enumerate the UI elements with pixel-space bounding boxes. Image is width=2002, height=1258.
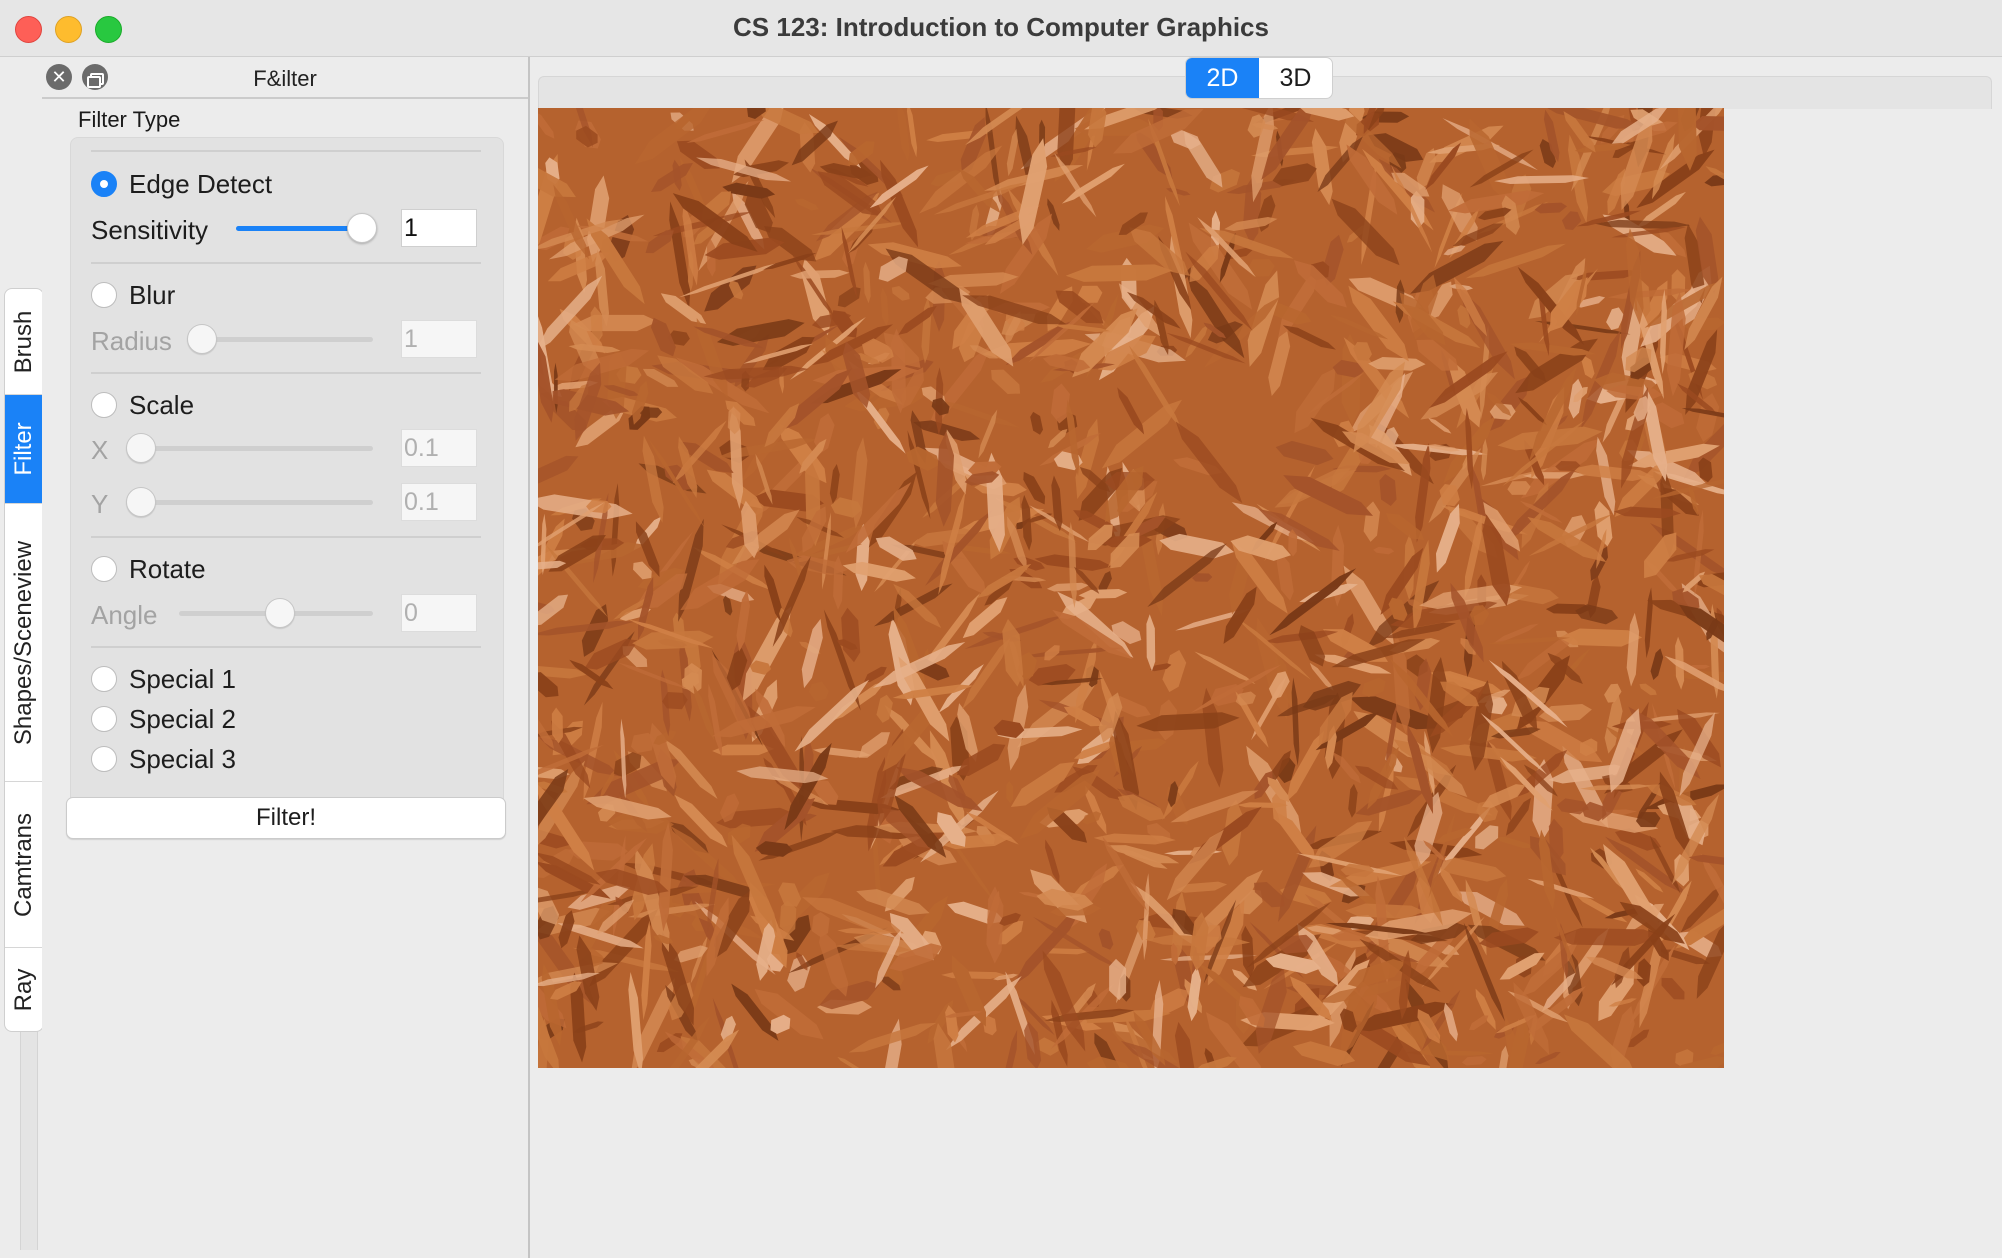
special-2-radio[interactable] bbox=[91, 706, 117, 732]
sensitivity-label: Sensitivity bbox=[91, 215, 209, 245]
filter-dock-panel: ✕ F&ilter Filter Type Edge Detect Sensit… bbox=[42, 57, 530, 1258]
angle-slider-thumb[interactable] bbox=[265, 598, 295, 628]
window-title: CS 123: Introduction to Computer Graphic… bbox=[733, 12, 1269, 42]
scale-radio[interactable] bbox=[91, 392, 117, 418]
blur-label: Blur bbox=[129, 280, 176, 310]
sensitivity-slider-thumb[interactable] bbox=[347, 213, 377, 243]
divider bbox=[91, 372, 481, 374]
edge-detect-label: Edge Detect bbox=[129, 169, 273, 199]
tab-ray-label: Ray bbox=[10, 968, 37, 1011]
special-3-radio[interactable] bbox=[91, 746, 117, 772]
filter-type-group: Edge Detect Sensitivity Blur Radius Scal… bbox=[70, 137, 504, 839]
tab-shapes-sceneview-label: Shapes/Sceneview bbox=[10, 540, 37, 745]
view-mode-tabs: 2D 3D bbox=[1185, 57, 1333, 99]
tab-shapes-sceneview[interactable]: Shapes/Sceneview bbox=[5, 504, 43, 782]
side-tab-bar: Brush Filter Shapes/Sceneview Camtrans R… bbox=[4, 288, 44, 1032]
image-canvas[interactable] bbox=[538, 108, 1724, 1068]
radius-label: Radius bbox=[91, 326, 172, 356]
tab-brush[interactable]: Brush bbox=[5, 289, 43, 395]
blur-radio[interactable] bbox=[91, 282, 117, 308]
radius-input[interactable] bbox=[401, 320, 477, 358]
filter-button[interactable]: Filter! bbox=[66, 797, 506, 839]
special-1-label: Special 1 bbox=[129, 664, 236, 694]
dock-header: ✕ F&ilter bbox=[42, 57, 528, 99]
scale-label: Scale bbox=[129, 390, 195, 420]
scale-x-input[interactable] bbox=[401, 429, 477, 467]
angle-input[interactable] bbox=[401, 594, 477, 632]
angle-label: Angle bbox=[91, 600, 158, 630]
tab-camtrans[interactable]: Camtrans bbox=[5, 782, 43, 948]
tab-3d[interactable]: 3D bbox=[1259, 58, 1332, 98]
special-3-label: Special 3 bbox=[129, 744, 236, 774]
tab-brush-label: Brush bbox=[10, 310, 37, 373]
tab-filter-label: Filter bbox=[10, 422, 37, 476]
scale-y-label: Y bbox=[91, 489, 109, 519]
tab-2d[interactable]: 2D bbox=[1186, 58, 1259, 98]
dock-title: F&ilter bbox=[253, 66, 317, 91]
tab-filter[interactable]: Filter bbox=[5, 395, 43, 504]
special-2-label: Special 2 bbox=[129, 704, 236, 734]
special-1-radio[interactable] bbox=[91, 666, 117, 692]
sensitivity-input[interactable] bbox=[401, 209, 477, 247]
wood-mulch-image bbox=[538, 108, 1724, 1068]
tab-ray[interactable]: Ray bbox=[5, 948, 43, 1031]
scale-x-slider-thumb[interactable] bbox=[126, 433, 156, 463]
radius-slider-thumb[interactable] bbox=[187, 324, 217, 354]
divider bbox=[91, 646, 481, 648]
scale-y-slider-thumb[interactable] bbox=[126, 487, 156, 517]
window-title-bar: CS 123: Introduction to Computer Graphic… bbox=[0, 0, 2002, 57]
scale-y-input[interactable] bbox=[401, 483, 477, 521]
edge-detect-radio[interactable] bbox=[91, 171, 117, 197]
rotate-label: Rotate bbox=[129, 554, 206, 584]
scale-x-label: X bbox=[91, 435, 109, 465]
tab-camtrans-label: Camtrans bbox=[10, 812, 37, 917]
filter-type-label: Filter Type bbox=[78, 107, 181, 132]
divider bbox=[91, 536, 481, 538]
rotate-radio[interactable] bbox=[91, 556, 117, 582]
divider bbox=[91, 150, 481, 152]
divider bbox=[91, 262, 481, 264]
